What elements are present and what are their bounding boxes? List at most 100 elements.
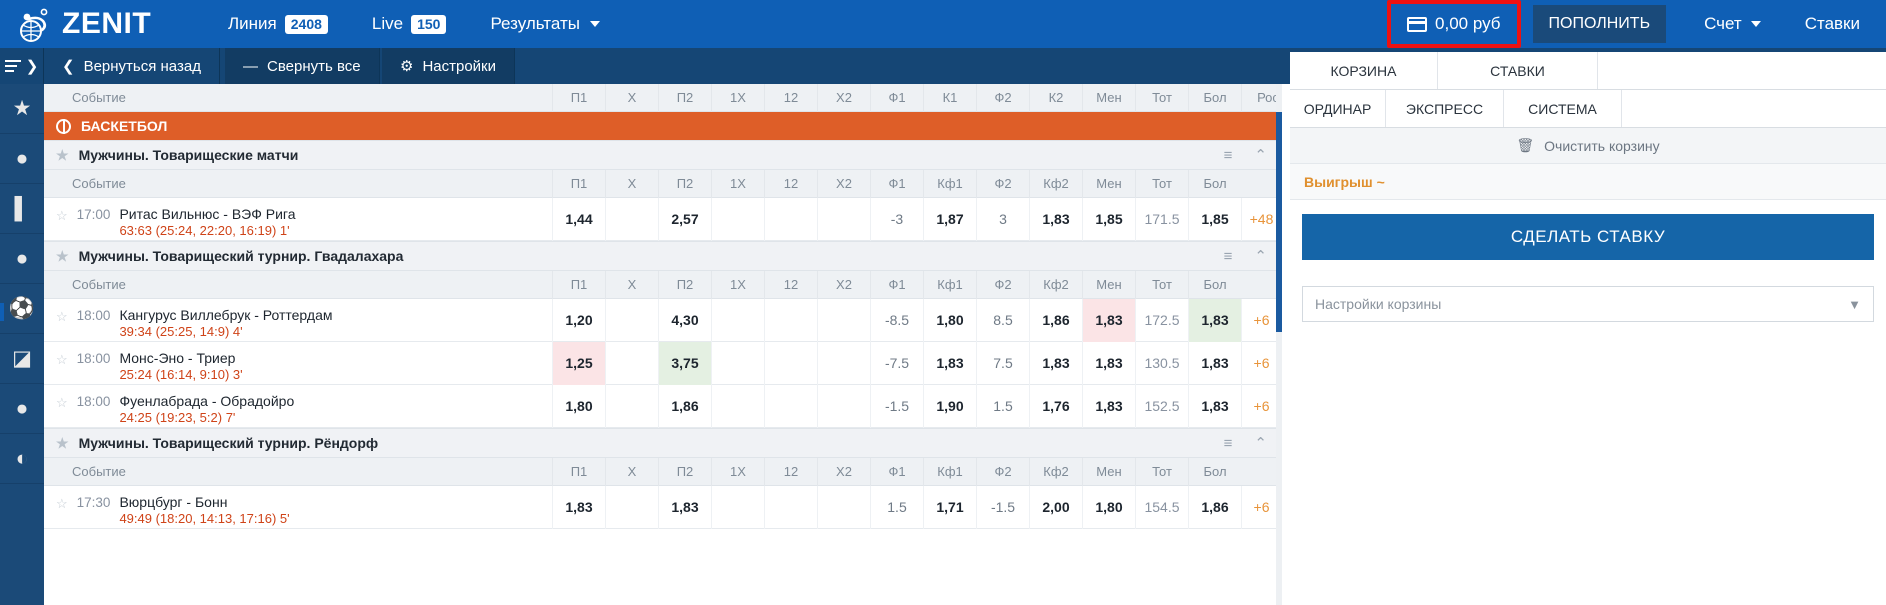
balance-button[interactable]: 0,00 руб xyxy=(1387,0,1521,48)
odd-cell-Кф1[interactable]: 1,90 xyxy=(923,384,976,428)
odd-cell-Ф2[interactable]: -1.5 xyxy=(976,485,1029,529)
odd-cell-Бол[interactable]: 1,83 xyxy=(1188,384,1241,428)
collapse-all-button[interactable]: — Свернуть все xyxy=(225,48,380,84)
rail-item-volleyball[interactable]: ● xyxy=(0,234,44,284)
match-event-cell[interactable]: ☆ 17:30 Вюрцбург - Бонн 49:49 (18:20, 14:13… xyxy=(44,489,552,526)
match-event-cell[interactable]: ☆ 18:00 Фуенлабрада - Обрадойро 24:25 (19:2… xyxy=(44,388,552,425)
odd-cell-X[interactable] xyxy=(605,384,658,428)
nav-item-line[interactable]: Линия 2408 xyxy=(228,14,328,34)
deposit-button[interactable]: ПОПОЛНИТЬ xyxy=(1532,5,1667,43)
table-row[interactable]: ☆ 17:30 Вюрцбург - Бонн 49:49 (18:20, 14:13… xyxy=(44,485,1281,529)
vertical-scrollbar[interactable] xyxy=(1276,84,1282,605)
odd-cell-Ф1[interactable]: -7.5 xyxy=(870,341,923,385)
star-icon[interactable]: ★ xyxy=(56,147,69,164)
odd-cell-П2[interactable]: 1,83 xyxy=(658,485,711,529)
odd-cell-1X[interactable] xyxy=(711,197,764,241)
odd-cell-П2[interactable]: 1,86 xyxy=(658,384,711,428)
odd-cell-Мен[interactable]: 1,83 xyxy=(1082,384,1135,428)
odd-cell-Кф2[interactable]: 1,86 xyxy=(1029,298,1082,342)
odd-cell-1X[interactable] xyxy=(711,485,764,529)
odd-cell-Тот[interactable]: 154.5 xyxy=(1135,485,1188,529)
odd-cell-Кф1[interactable]: 1,83 xyxy=(923,341,976,385)
betslip-settings-row[interactable]: Настройки корзины ▼ xyxy=(1302,286,1874,322)
bets-link[interactable]: Ставки xyxy=(1805,14,1860,34)
odd-cell-Тот[interactable]: 171.5 xyxy=(1135,197,1188,241)
make-bet-button[interactable]: СДЕЛАТЬ СТАВКУ xyxy=(1302,214,1874,260)
odd-cell-П1[interactable]: 1,25 xyxy=(552,341,605,385)
odd-cell-X2[interactable] xyxy=(817,485,870,529)
back-button[interactable]: ❮ Вернуться назад xyxy=(44,48,220,84)
odd-cell-Бол[interactable]: 1,83 xyxy=(1188,298,1241,342)
settings-button[interactable]: ⚙ Настройки xyxy=(382,48,516,84)
rail-item-tennis[interactable]: ● xyxy=(0,384,44,434)
odd-cell-12[interactable] xyxy=(764,485,817,529)
odd-cell-Бол[interactable]: 1,85 xyxy=(1188,197,1241,241)
tab-express[interactable]: ЭКСПРЕСС xyxy=(1386,90,1504,127)
match-event-cell[interactable]: ☆ 18:00 Кангурус Виллебрук - Роттердам 39:3… xyxy=(44,302,552,339)
table-row[interactable]: ☆ 18:00 Монс-Эно - Триер 25:24 (16:14, 9:10… xyxy=(44,341,1281,385)
odd-cell-Ф2[interactable]: 8.5 xyxy=(976,298,1029,342)
table-row[interactable]: ☆ 17:00 Ритас Вильнюс - ВЭФ Рига 63:63 (25:… xyxy=(44,197,1281,241)
more-markets-link[interactable]: +6 xyxy=(1241,485,1281,529)
nav-item-live[interactable]: Live 150 xyxy=(372,14,447,34)
more-markets-link[interactable]: +6 xyxy=(1241,384,1281,428)
rail-item-basketball[interactable]: ● xyxy=(0,134,44,184)
rail-item-football[interactable]: ⚽ xyxy=(0,284,44,334)
match-event-cell[interactable]: ☆ 17:00 Ритас Вильнюс - ВЭФ Рига 63:63 (25:… xyxy=(44,201,552,238)
odd-cell-Бол[interactable]: 1,86 xyxy=(1188,485,1241,529)
odd-cell-1X[interactable] xyxy=(711,341,764,385)
odd-cell-Мен[interactable]: 1,85 xyxy=(1082,197,1135,241)
odd-cell-X2[interactable] xyxy=(817,341,870,385)
odd-cell-1X[interactable] xyxy=(711,384,764,428)
odd-cell-12[interactable] xyxy=(764,384,817,428)
brand-logo[interactable]: ZENIT xyxy=(0,4,200,44)
star-icon[interactable]: ☆ xyxy=(56,494,68,512)
odd-cell-Тот[interactable]: 152.5 xyxy=(1135,384,1188,428)
odd-cell-Ф1[interactable]: -3 xyxy=(870,197,923,241)
odd-cell-Мен[interactable]: 1,80 xyxy=(1082,485,1135,529)
odd-cell-П1[interactable]: 1,83 xyxy=(552,485,605,529)
more-markets-link[interactable]: +48 xyxy=(1241,197,1281,241)
odd-cell-X[interactable] xyxy=(605,197,658,241)
account-menu[interactable]: Счет xyxy=(1704,14,1761,34)
table-row[interactable]: ☆ 18:00 Фуенлабрада - Обрадойро 24:25 (19:2… xyxy=(44,384,1281,428)
table-row[interactable]: ☆ 18:00 Кангурус Виллебрук - Роттердам 39:3… xyxy=(44,298,1281,342)
scrollbar-thumb[interactable] xyxy=(1276,112,1282,332)
odd-cell-12[interactable] xyxy=(764,341,817,385)
list-icon[interactable]: ≡ xyxy=(1224,147,1233,164)
more-markets-link[interactable]: +6 xyxy=(1241,298,1281,342)
odd-cell-Ф2[interactable]: 3 xyxy=(976,197,1029,241)
chevron-up-icon[interactable]: ⌃ xyxy=(1254,434,1267,452)
odd-cell-Кф2[interactable]: 2,00 xyxy=(1029,485,1082,529)
odd-cell-Ф2[interactable]: 1.5 xyxy=(976,384,1029,428)
odd-cell-X[interactable] xyxy=(605,485,658,529)
odd-cell-X2[interactable] xyxy=(817,298,870,342)
more-markets-link[interactable]: +6 xyxy=(1241,341,1281,385)
odd-cell-Мен[interactable]: 1,83 xyxy=(1082,341,1135,385)
odd-cell-Мен[interactable]: 1,83 xyxy=(1082,298,1135,342)
odd-cell-X2[interactable] xyxy=(817,197,870,241)
odd-cell-1X[interactable] xyxy=(711,298,764,342)
rail-item-table-tennis[interactable]: ◪ xyxy=(0,334,44,384)
star-icon[interactable]: ★ xyxy=(56,435,69,452)
odd-cell-Ф1[interactable]: -1.5 xyxy=(870,384,923,428)
odd-cell-П1[interactable]: 1,44 xyxy=(552,197,605,241)
odd-cell-Ф2[interactable]: 7.5 xyxy=(976,341,1029,385)
match-event-cell[interactable]: ☆ 18:00 Монс-Эно - Триер 25:24 (16:14, 9:10… xyxy=(44,345,552,382)
odd-cell-П2[interactable]: 3,75 xyxy=(658,341,711,385)
odd-cell-12[interactable] xyxy=(764,197,817,241)
odd-cell-X2[interactable] xyxy=(817,384,870,428)
list-icon[interactable]: ≡ xyxy=(1224,435,1233,452)
odd-cell-Кф1[interactable]: 1,80 xyxy=(923,298,976,342)
odd-cell-П1[interactable]: 1,20 xyxy=(552,298,605,342)
odd-cell-Тот[interactable]: 130.5 xyxy=(1135,341,1188,385)
tab-basket[interactable]: КОРЗИНА xyxy=(1290,52,1438,89)
odd-cell-П2[interactable]: 2,57 xyxy=(658,197,711,241)
star-icon[interactable]: ☆ xyxy=(56,206,68,224)
odd-cell-Кф1[interactable]: 1,71 xyxy=(923,485,976,529)
odd-cell-Кф2[interactable]: 1,83 xyxy=(1029,341,1082,385)
rail-item-favorites[interactable]: ★ xyxy=(0,84,44,134)
star-icon[interactable]: ★ xyxy=(56,248,69,265)
tab-system[interactable]: СИСТЕМА xyxy=(1504,90,1622,127)
odd-cell-П1[interactable]: 1,80 xyxy=(552,384,605,428)
